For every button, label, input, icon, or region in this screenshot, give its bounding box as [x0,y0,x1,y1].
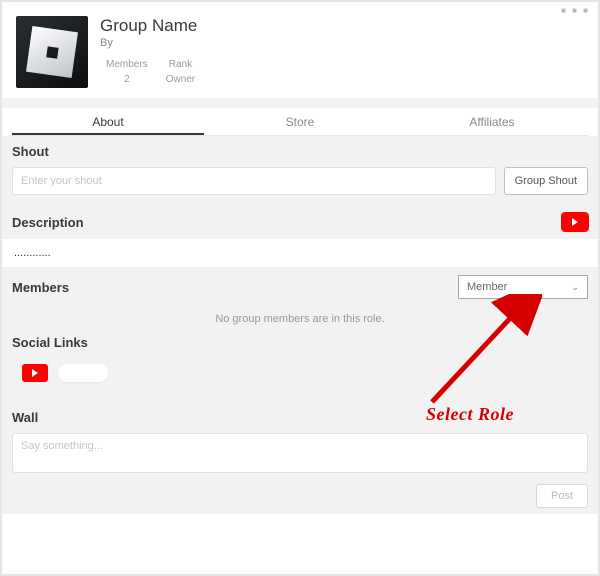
rank-value: Owner [166,74,195,85]
members-label: Members [106,59,148,70]
members-empty-text: No group members are in this role. [12,299,588,335]
wall-title: Wall [12,410,588,425]
tabs: About Store Affiliates [12,108,588,136]
group-header: Group Name By Members 2 Rank Owner [12,10,588,98]
group-by-label: By [100,37,197,49]
youtube-icon[interactable] [562,213,588,231]
members-section: Members Member ⌄ No group members are in… [2,267,598,402]
rank-label: Rank [166,59,195,70]
shout-title: Shout [12,144,588,159]
post-button[interactable]: Post [536,484,588,508]
description-section: Description ............ [2,205,598,267]
social-title: Social Links [12,335,588,350]
description-title: Description [12,215,84,230]
tab-store[interactable]: Store [204,108,396,135]
social-youtube-icon[interactable] [22,364,48,382]
social-link-pill[interactable] [58,364,108,382]
shout-input[interactable] [12,167,496,195]
divider [2,98,598,108]
wall-section: Wall Post [2,402,598,514]
members-value: 2 [106,74,148,85]
more-menu-icon[interactable]: ■ ■ ■ [561,6,590,15]
group-logo[interactable] [16,16,88,88]
role-select[interactable]: Member ⌄ [458,275,588,299]
wall-input[interactable] [12,433,588,473]
tab-about[interactable]: About [12,108,204,135]
group-title: Group Name [100,16,197,36]
chevron-down-icon: ⌄ [571,282,579,293]
role-selected-label: Member [467,281,507,293]
shout-section: Shout Group Shout [2,136,598,205]
group-shout-button[interactable]: Group Shout [504,167,588,195]
tab-affiliates[interactable]: Affiliates [396,108,588,135]
description-body: ............ [2,239,598,267]
members-title: Members [12,280,69,295]
